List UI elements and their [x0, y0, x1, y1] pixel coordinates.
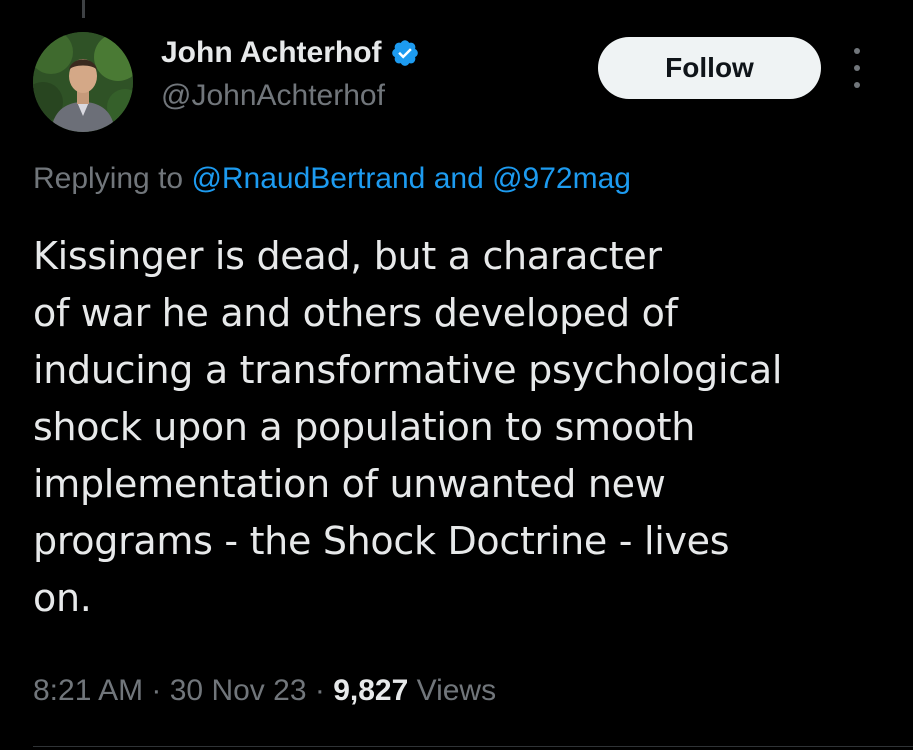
more-dot — [854, 48, 860, 54]
avatar-image — [33, 32, 133, 132]
mention-joiner[interactable]: and — [425, 162, 492, 195]
divider — [33, 746, 913, 747]
tweet-time[interactable]: 8:21 AM — [33, 674, 143, 707]
tweet-text-line: implementation of unwanted new — [33, 462, 666, 506]
thread-connector-line — [82, 0, 85, 18]
tweet-text: Kissinger is dead, but a character of wa… — [33, 228, 893, 627]
meta-separator: · — [306, 674, 334, 707]
meta-separator: · — [143, 674, 170, 707]
tweet-date[interactable]: 30 Nov 23 — [170, 674, 307, 707]
mention-link-rnaudbertrand[interactable]: @RnaudBertrand — [191, 162, 425, 195]
more-dot — [854, 65, 860, 71]
tweet-text-line: on. — [33, 576, 92, 620]
author-display-name[interactable]: John Achterhof — [161, 34, 382, 72]
replying-to-line: Replying to @RnaudBertrand and @972mag — [33, 160, 631, 198]
follow-button[interactable]: Follow — [598, 37, 821, 99]
avatar[interactable] — [33, 32, 133, 132]
replying-to-label: Replying to — [33, 162, 192, 195]
author-handle[interactable]: @JohnAchterhof — [161, 78, 385, 114]
verified-badge-icon[interactable] — [390, 38, 420, 68]
tweet-text-line: of war he and others developed of — [33, 291, 678, 335]
mention-link-972mag[interactable]: @972mag — [492, 162, 631, 195]
tweet-text-line: Kissinger is dead, but a character — [33, 234, 662, 278]
tweet-text-line: programs - the Shock Doctrine - lives — [33, 519, 730, 563]
author-display-name-row[interactable]: John Achterhof — [161, 34, 420, 72]
more-dot — [854, 82, 860, 88]
tweet-text-line: shock upon a population to smooth — [33, 405, 696, 449]
views-count[interactable]: 9,827 — [333, 674, 408, 707]
tweet-text-line: inducing a transformative psychological — [33, 348, 783, 392]
more-options-icon[interactable] — [847, 48, 867, 88]
views-label[interactable]: Views — [408, 674, 497, 707]
tweet-metadata: 8:21 AM · 30 Nov 23 · 9,827 Views — [33, 672, 496, 710]
